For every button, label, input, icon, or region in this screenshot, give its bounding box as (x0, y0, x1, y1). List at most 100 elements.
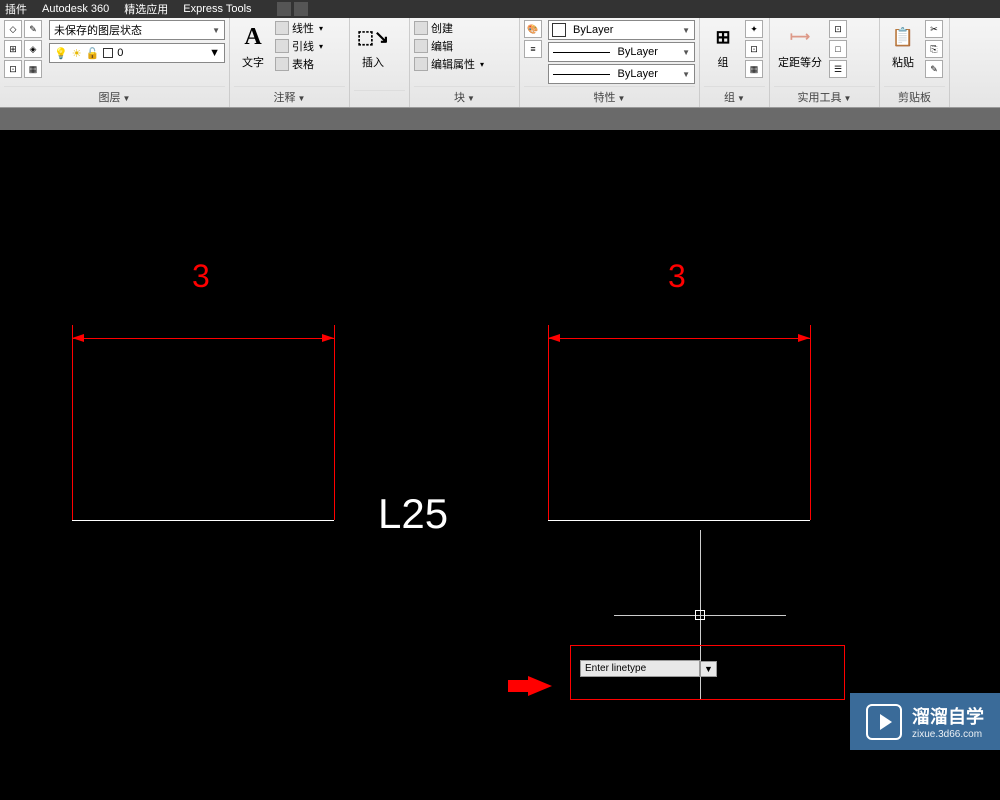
group-button[interactable]: ⊞ 组 (704, 20, 742, 86)
layer-state-label: 未保存的图层状态 (54, 22, 142, 38)
edit-icon (414, 39, 428, 53)
lineweight-dropdown[interactable]: ByLayer ▼ (548, 42, 695, 62)
leader-button[interactable]: 引线▾ (275, 38, 323, 54)
layer-icon-4[interactable]: ◈ (24, 40, 42, 58)
dynamic-input[interactable]: Enter linetype ▼ (580, 660, 717, 677)
drawing-label: L25 (378, 490, 448, 538)
panel-title-props[interactable]: 特性▼ (524, 86, 695, 107)
panel-annotate: A 文字 线性▾ 引线▾ 表格 注释▼ (230, 18, 350, 107)
dynamic-input-field[interactable]: Enter linetype (580, 660, 700, 677)
divide-button[interactable]: ⟼ 定距等分 (774, 20, 826, 86)
layer-icon-5[interactable]: ⊡ (4, 60, 22, 78)
group-icon-2[interactable]: ⊡ (745, 40, 763, 58)
drawing-canvas[interactable]: 3 3 L25 Enter linetype ▼ 溜溜自学 zixue.3d66… (0, 130, 1000, 800)
panel-props: 🎨 ≡ ByLayer ▼ ByLayer ▼ ByLayer ▼ (520, 18, 700, 107)
paste-button[interactable]: 📋 粘贴 (884, 20, 922, 86)
dim-ext-left-r (334, 325, 335, 520)
layer-current-dropdown[interactable]: 💡 ☀ 🔓 0 ▼ (49, 43, 225, 63)
insert-icon: ⬚↘ (358, 22, 388, 52)
panel-title-annotate[interactable]: 注释▼ (234, 86, 345, 107)
chevron-down-icon: ▼ (678, 26, 694, 35)
edit-block-button[interactable]: 编辑 (414, 38, 484, 54)
text-icon: A (238, 22, 268, 52)
menu-icon-2[interactable] (294, 2, 308, 16)
panel-util: ⟼ 定距等分 ⊡ □ ☰ 实用工具▼ (770, 18, 880, 107)
dim-text-left: 3 (192, 258, 210, 295)
menu-plugin[interactable]: 插件 (5, 1, 27, 17)
bulb-icon: 💡 (54, 47, 68, 60)
dim-text-right: 3 (668, 258, 686, 295)
panel-clip: 📋 粘贴 ✂ ⎘ ✎ 剪贴板 (880, 18, 950, 107)
panel-block: 创建 编辑 编辑属性▾ 块▼ (410, 18, 520, 107)
watermark-title: 溜溜自学 (912, 703, 984, 729)
panel-title-clip: 剪贴板 (884, 86, 945, 107)
match-props-icon[interactable]: 🎨 (524, 20, 542, 38)
layer-color-swatch (103, 48, 113, 58)
group-icon-1[interactable]: ✦ (745, 20, 763, 38)
dim-line-right (548, 338, 810, 339)
panel-title-insert (354, 90, 405, 107)
chevron-down-icon: ▼ (678, 70, 694, 79)
props-list-icon[interactable]: ≡ (524, 40, 542, 58)
panel-title-group[interactable]: 组▼ (704, 86, 765, 107)
clip-icon-3[interactable]: ✎ (925, 60, 943, 78)
menu-icons (277, 2, 308, 16)
panel-title-layer[interactable]: 图层▼ (4, 86, 225, 107)
chevron-down-icon: ▼ (209, 47, 220, 59)
chevron-down-icon: ▼ (678, 48, 694, 57)
linear-dim-button[interactable]: 线性▾ (275, 20, 323, 36)
dim-arrow-left-r (322, 334, 334, 342)
menu-bar: 插件 Autodesk 360 精选应用 Express Tools (0, 0, 1000, 18)
dim-line-left (72, 338, 334, 339)
table-button[interactable]: 表格 (275, 56, 323, 72)
insert-button[interactable]: ⬚↘ 插入 (354, 20, 392, 90)
util-icon-2[interactable]: □ (829, 40, 847, 58)
layer-icon-3[interactable]: ⊞ (4, 40, 22, 58)
dim-arrow-left-l (72, 334, 84, 342)
panel-insert: ⬚↘ 插入 (350, 18, 410, 107)
play-icon (866, 704, 902, 740)
edit-attr-button[interactable]: 编辑属性▾ (414, 56, 484, 72)
chevron-down-icon: ▼ (212, 26, 220, 35)
dim-ext-right-r (810, 325, 811, 520)
tab-strip (0, 108, 1000, 130)
line-right (548, 520, 810, 521)
attr-icon (414, 57, 428, 71)
layer-icon-6[interactable]: ▦ (24, 60, 42, 78)
menu-express[interactable]: Express Tools (183, 3, 251, 15)
linetype-dropdown[interactable]: ByLayer ▼ (548, 64, 695, 84)
util-icon-1[interactable]: ⊡ (829, 20, 847, 38)
panel-title-block[interactable]: 块▼ (414, 86, 515, 107)
menu-featured[interactable]: 精选应用 (124, 1, 168, 17)
panel-group: ⊞ 组 ✦ ⊡ ▦ 组▼ (700, 18, 770, 107)
create-block-button[interactable]: 创建 (414, 20, 484, 36)
annotation-arrow (528, 676, 552, 696)
color-dropdown[interactable]: ByLayer ▼ (548, 20, 695, 40)
layer-state-dropdown[interactable]: 未保存的图层状态 ▼ (49, 20, 225, 40)
group-icon-3[interactable]: ▦ (745, 60, 763, 78)
layer-current-name: 0 (117, 47, 123, 59)
linear-icon (275, 21, 289, 35)
menu-autodesk360[interactable]: Autodesk 360 (42, 3, 109, 15)
text-label: 文字 (242, 54, 264, 70)
layer-icon-2[interactable]: ✎ (24, 20, 42, 38)
divide-icon: ⟼ (785, 22, 815, 52)
util-icon-3[interactable]: ☰ (829, 60, 847, 78)
dynamic-input-arrow[interactable]: ▼ (700, 661, 717, 677)
leader-icon (275, 39, 289, 53)
layer-icon-1[interactable]: ◇ (4, 20, 22, 38)
text-button[interactable]: A 文字 (234, 20, 272, 86)
line-left (72, 520, 334, 521)
pickbox (695, 610, 705, 620)
insert-label: 插入 (362, 54, 384, 70)
group-icon: ⊞ (708, 22, 738, 52)
panel-layer: ◇ ✎ ⊞ ◈ ⊡ ▦ 未保存的图层状态 ▼ 💡 (0, 18, 230, 107)
panel-title-util[interactable]: 实用工具▼ (774, 86, 875, 107)
ribbon: ◇ ✎ ⊞ ◈ ⊡ ▦ 未保存的图层状态 ▼ 💡 (0, 18, 1000, 108)
menu-icon-1[interactable] (277, 2, 291, 16)
annotation-arrow-tail (508, 680, 528, 692)
lock-icon: 🔓 (86, 47, 100, 60)
dim-ext-right-l (548, 325, 549, 520)
cut-icon[interactable]: ✂ (925, 20, 943, 38)
copy-icon[interactable]: ⎘ (925, 40, 943, 58)
